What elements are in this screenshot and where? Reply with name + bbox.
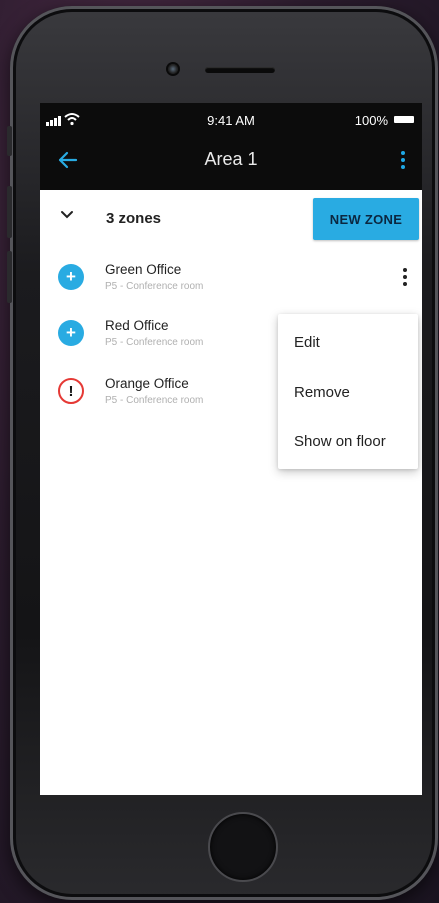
plus-icon: + — [58, 264, 84, 290]
zone-name: Red Office — [105, 318, 169, 333]
nav-bar: Area 1 — [40, 135, 422, 190]
chevron-down-icon[interactable] — [60, 210, 74, 220]
item-overflow-icon[interactable] — [402, 268, 408, 288]
battery-icon — [394, 116, 414, 123]
plus-icon: + — [58, 320, 84, 346]
earpiece-speaker — [205, 67, 275, 73]
context-menu: Edit Remove Show on floor — [278, 314, 418, 469]
zone-item-green[interactable]: + Green Office P5 - Conference room — [40, 256, 422, 312]
front-camera — [168, 64, 178, 74]
top-bar: 9:41 AM 100% Area 1 — [40, 103, 422, 190]
status-bar: 9:41 AM 100% — [40, 103, 422, 135]
zones-count: 3 zones — [106, 210, 162, 227]
menu-item-show-on-floor[interactable]: Show on floor — [294, 433, 386, 450]
side-button — [7, 126, 12, 156]
page-title: Area 1 — [204, 149, 258, 169]
zone-name: Orange Office — [105, 376, 189, 391]
new-zone-button[interactable]: NEW ZONE — [313, 198, 419, 240]
menu-item-edit[interactable]: Edit — [294, 334, 320, 351]
overflow-menu-icon[interactable] — [400, 151, 406, 171]
volume-down-button — [7, 251, 12, 303]
zone-location: P5 - Conference room — [105, 281, 204, 292]
menu-item-remove[interactable]: Remove — [294, 384, 350, 401]
zone-location: P5 - Conference room — [105, 395, 204, 406]
zone-name: Green Office — [105, 262, 182, 277]
battery-percent: 100% — [354, 113, 388, 128]
volume-up-button — [7, 186, 12, 238]
zones-header: 3 zones NEW ZONE — [40, 190, 422, 246]
app-screen: 9:41 AM 100% Area 1 3 zones NEW ZONE + G… — [40, 103, 422, 795]
home-button[interactable] — [208, 812, 278, 882]
zone-location: P5 - Conference room — [105, 337, 204, 348]
warning-icon: ! — [58, 378, 84, 404]
